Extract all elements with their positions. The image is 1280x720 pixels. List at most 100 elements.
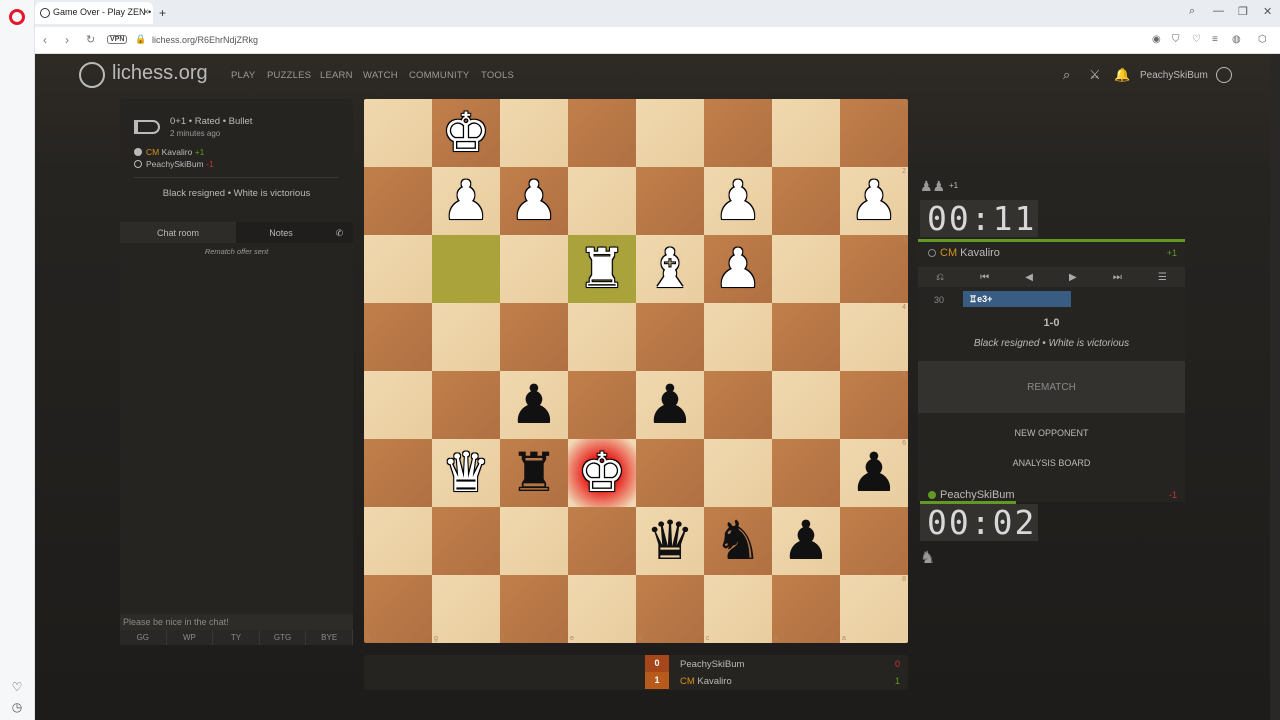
white-piece-icon[interactable]: ♚ bbox=[442, 106, 490, 160]
board-square[interactable] bbox=[568, 167, 636, 235]
board-square[interactable]: ♟ 2 bbox=[840, 167, 908, 235]
board-square[interactable] bbox=[704, 303, 772, 371]
white-player[interactable]: CM Kavaliro +1 bbox=[134, 147, 204, 157]
board-square[interactable] bbox=[364, 167, 432, 235]
board-square[interactable]: ♟ bbox=[500, 371, 568, 439]
preset-ty[interactable]: TY bbox=[213, 630, 260, 645]
board-square[interactable]: ♚ bbox=[568, 439, 636, 507]
last-move-icon[interactable]: ⏭ bbox=[1113, 272, 1122, 283]
board-square[interactable] bbox=[432, 235, 500, 303]
preset-wp[interactable]: WP bbox=[166, 630, 214, 645]
board-square[interactable]: ♚ bbox=[432, 99, 500, 167]
board-square[interactable]: ♞ bbox=[704, 507, 772, 575]
heart-icon[interactable]: ♡ bbox=[10, 680, 24, 694]
board-square[interactable] bbox=[568, 99, 636, 167]
board-square[interactable] bbox=[772, 99, 840, 167]
avatar-icon[interactable] bbox=[1216, 67, 1232, 83]
opera-logo-icon[interactable] bbox=[9, 9, 25, 25]
chat-input[interactable]: Please be nice in the chat! bbox=[120, 614, 353, 630]
current-move[interactable]: ♖e3+ bbox=[963, 291, 1071, 307]
board-square[interactable] bbox=[568, 371, 636, 439]
board-square[interactable]: d bbox=[636, 575, 704, 643]
analysis-board-button[interactable]: ANALYSIS BOARD bbox=[918, 458, 1185, 468]
board-square[interactable]: ♟ bbox=[636, 371, 704, 439]
scrollbar[interactable] bbox=[1270, 54, 1280, 720]
lock-icon[interactable]: 🔒 bbox=[135, 34, 146, 45]
white-piece-icon[interactable]: ♟ bbox=[714, 242, 762, 296]
close-tab-icon[interactable]: × bbox=[143, 7, 149, 18]
board-square[interactable] bbox=[432, 303, 500, 371]
board-square[interactable]: 4 bbox=[840, 303, 908, 371]
white-piece-icon[interactable]: ♚ bbox=[578, 446, 626, 500]
board-square[interactable] bbox=[364, 303, 432, 371]
board-square[interactable] bbox=[636, 167, 704, 235]
p1-name[interactable]: PeachySkiBum bbox=[680, 659, 744, 670]
minimize-icon[interactable]: — bbox=[1213, 5, 1224, 17]
menu-list-icon[interactable]: ≡ bbox=[1212, 34, 1218, 45]
board-square[interactable]: ♛ bbox=[432, 439, 500, 507]
black-piece-icon[interactable]: ♜ bbox=[510, 446, 558, 500]
prev-move-icon[interactable]: ◀ bbox=[1025, 272, 1033, 283]
board-square[interactable]: c bbox=[704, 575, 772, 643]
camera-icon[interactable]: ◉ bbox=[1152, 34, 1161, 45]
phone-icon[interactable]: ✆ bbox=[326, 222, 353, 243]
site-logo[interactable]: lichess.org bbox=[112, 62, 208, 85]
white-piece-icon[interactable]: ♟ bbox=[442, 174, 490, 228]
board-square[interactable]: f bbox=[500, 575, 568, 643]
preset-gtg[interactable]: GTG bbox=[259, 630, 307, 645]
black-player[interactable]: PeachySkiBum -1 bbox=[134, 159, 214, 169]
new-opponent-button[interactable]: NEW OPPONENT bbox=[918, 428, 1185, 438]
board-square[interactable]: g bbox=[432, 575, 500, 643]
board-square[interactable]: 3 bbox=[840, 235, 908, 303]
next-move-icon[interactable]: ▶ bbox=[1069, 272, 1077, 283]
board-square[interactable]: b bbox=[772, 575, 840, 643]
top-player[interactable]: CM Kavaliro bbox=[928, 247, 1000, 259]
search-tabs-icon[interactable]: ⌕ bbox=[1189, 5, 1195, 18]
black-piece-icon[interactable]: ♛ bbox=[646, 514, 694, 568]
board-square[interactable] bbox=[636, 439, 704, 507]
board-square[interactable] bbox=[500, 303, 568, 371]
white-piece-icon[interactable]: ♛ bbox=[442, 446, 490, 500]
extensions-icon[interactable]: ⬡ bbox=[1258, 34, 1267, 45]
board-square[interactable] bbox=[772, 235, 840, 303]
reload-icon[interactable]: ↻ bbox=[86, 33, 95, 46]
preset-bye[interactable]: BYE bbox=[306, 630, 353, 645]
black-piece-icon[interactable]: ♟ bbox=[850, 446, 898, 500]
nav-community[interactable]: COMMUNITY bbox=[409, 70, 469, 81]
board-square[interactable]: e bbox=[568, 575, 636, 643]
bell-icon[interactable]: 🔔 bbox=[1114, 67, 1130, 83]
board-square[interactable] bbox=[636, 303, 704, 371]
board-square[interactable]: ♜ bbox=[568, 235, 636, 303]
board-square[interactable] bbox=[704, 439, 772, 507]
history-icon[interactable]: ◷ bbox=[10, 700, 24, 714]
board-square[interactable]: 5 bbox=[840, 371, 908, 439]
board-square[interactable] bbox=[432, 371, 500, 439]
nav-puzzles[interactable]: PUZZLES bbox=[267, 70, 311, 81]
url-field[interactable]: lichess.org/R6EhrNdjZRkg bbox=[152, 35, 258, 45]
board-square[interactable]: ♟ bbox=[500, 167, 568, 235]
board-square[interactable] bbox=[772, 439, 840, 507]
flip-board-icon[interactable]: ⎌ bbox=[936, 272, 944, 283]
board-square[interactable] bbox=[704, 371, 772, 439]
back-icon[interactable]: ‹ bbox=[43, 33, 47, 47]
board-square[interactable] bbox=[432, 507, 500, 575]
p2-name[interactable]: CM Kavaliro bbox=[680, 676, 732, 687]
board-square[interactable] bbox=[364, 371, 432, 439]
board-square[interactable] bbox=[704, 99, 772, 167]
maximize-icon[interactable]: ❐ bbox=[1238, 5, 1248, 18]
board-square[interactable] bbox=[568, 303, 636, 371]
board-square[interactable] bbox=[500, 235, 568, 303]
white-piece-icon[interactable]: ♜ bbox=[578, 242, 626, 296]
nav-watch[interactable]: WATCH bbox=[363, 70, 398, 81]
board-square[interactable] bbox=[772, 303, 840, 371]
tab-notes[interactable]: Notes bbox=[236, 222, 326, 243]
board-square[interactable] bbox=[772, 371, 840, 439]
board-square[interactable]: 1 bbox=[840, 99, 908, 167]
board-square[interactable] bbox=[364, 99, 432, 167]
black-piece-icon[interactable]: ♞ bbox=[714, 514, 762, 568]
board-square[interactable] bbox=[500, 99, 568, 167]
white-piece-icon[interactable]: ♟ bbox=[850, 174, 898, 228]
vpn-badge[interactable]: VPN bbox=[107, 35, 128, 44]
board-square[interactable] bbox=[364, 235, 432, 303]
black-piece-icon[interactable]: ♟ bbox=[782, 514, 830, 568]
